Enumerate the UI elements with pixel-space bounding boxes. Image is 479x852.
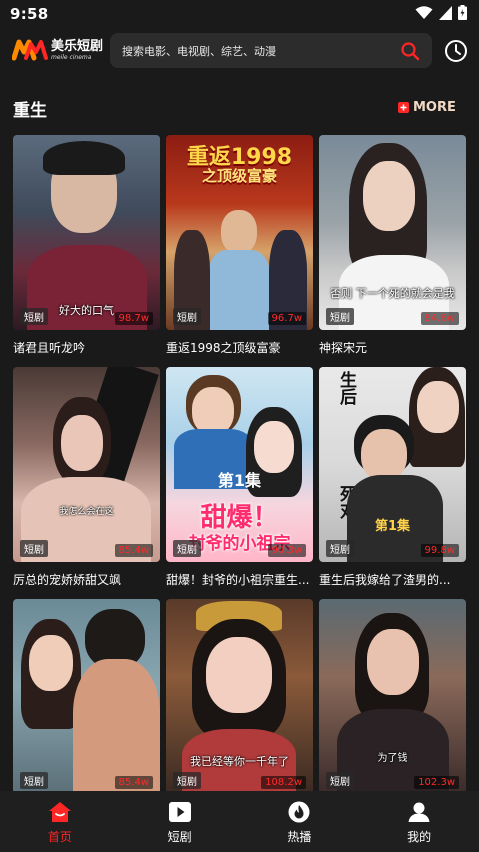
view-count: 96.7w (267, 312, 306, 325)
drama-card[interactable]: 好大的口气 短剧 98.7w 诸君且听龙吟 (13, 135, 160, 356)
search-placeholder: 搜索电影、电视剧、综艺、动漫 (122, 44, 276, 58)
nav-home[interactable]: 首页 (0, 791, 120, 852)
category-badge: 短剧 (326, 772, 354, 789)
drama-card[interactable]: 我已经等你一千年了 短剧 108.2w (166, 599, 313, 794)
category-badge: 短剧 (173, 772, 201, 789)
bottom-nav: 首页 短剧 热播 我的 (0, 791, 479, 852)
app-screen: 9:58 美乐短剧 meile cinema 搜索电影、电视剧、综艺、动漫 重生… (0, 0, 479, 852)
play-icon (168, 802, 191, 822)
history-icon[interactable] (444, 39, 468, 63)
episode-label: 第1集 (217, 471, 262, 490)
search-icon[interactable] (400, 41, 420, 61)
view-count: 84.6w (420, 312, 459, 325)
nav-hot-label: 热播 (287, 830, 312, 844)
battery-icon (458, 5, 467, 20)
drama-card[interactable]: 第1集 甜爆！ 封爷的小祖宗 短剧 90.3w 甜爆！封爷的小祖宗重生... (166, 367, 313, 588)
search-input[interactable]: 搜索电影、电视剧、综艺、动漫 (110, 33, 432, 68)
more-label: MORE (413, 100, 456, 115)
drama-title[interactable]: 神探宋元 (319, 339, 466, 356)
section-title: 重生 (13, 101, 47, 121)
app-header: 美乐短剧 meile cinema 搜索电影、电视剧、综艺、动漫 (0, 32, 479, 70)
poster-subtitle: 否则 下一个死的就会是我 (330, 287, 455, 300)
drama-poster[interactable]: 我怎么会在这 短剧 85.4w (13, 367, 160, 562)
view-count: 108.2w (261, 776, 306, 789)
drama-card[interactable]: 我怎么会在这 短剧 85.4w 厉总的宠娇娇甜又飒 (13, 367, 160, 588)
category-badge: 短剧 (20, 540, 48, 557)
view-count: 90.3w (267, 544, 306, 557)
status-icons (415, 5, 467, 20)
view-count: 85.4w (114, 776, 153, 789)
poster-subtitle: 为了钱 (377, 753, 408, 764)
signal-icon (439, 5, 452, 20)
drama-title[interactable]: 重返1998之顶级富豪 (166, 339, 313, 356)
logo-name: 美乐短剧 (51, 38, 104, 54)
drama-card[interactable]: 重返1998 之顶级富豪 短剧 96.7w 重返1998之顶级富豪 (166, 135, 313, 356)
poster-title-line2: 之顶级富豪 (201, 167, 277, 185)
status-time: 9:58 (10, 5, 49, 23)
logo-name-en: meile cinema (51, 53, 92, 61)
logo-icon (12, 39, 48, 61)
drama-card[interactable]: 短剧 85.4w (13, 599, 160, 794)
nav-home-label: 首页 (47, 830, 72, 844)
status-bar: 9:58 (0, 0, 479, 28)
nav-profile[interactable]: 我的 (359, 791, 479, 852)
poster-vertical-title-1: 生后 (336, 371, 356, 405)
drama-card[interactable]: 生后 死对 第1集 短剧 99.8w 重生后我嫁给了渣男的... (319, 367, 466, 588)
drama-poster[interactable]: 重返1998 之顶级富豪 短剧 96.7w (166, 135, 313, 330)
drama-poster[interactable]: 生后 死对 第1集 短剧 99.8w (319, 367, 466, 562)
category-badge: 短剧 (326, 308, 354, 325)
view-count: 85.4w (114, 544, 153, 557)
poster-subtitle: 我怎么会在这 (59, 507, 114, 517)
drama-poster[interactable]: 第1集 甜爆！ 封爷的小祖宗 短剧 90.3w (166, 367, 313, 562)
wifi-icon (415, 5, 433, 19)
more-button[interactable]: MORE (398, 100, 456, 115)
category-badge: 短剧 (173, 540, 201, 557)
drama-poster[interactable]: 为了钱 短剧 102.3w (319, 599, 466, 794)
poster-subtitle: 我已经等你一千年了 (190, 755, 289, 768)
episode-label: 第1集 (374, 519, 411, 534)
drama-title[interactable]: 厉总的宠娇娇甜又飒 (13, 571, 160, 588)
view-count: 99.8w (420, 544, 459, 557)
drama-title[interactable]: 诸君且听龙吟 (13, 339, 160, 356)
drama-card[interactable]: 为了钱 短剧 102.3w (319, 599, 466, 794)
category-badge: 短剧 (173, 308, 201, 325)
view-count: 102.3w (414, 776, 459, 789)
user-icon (408, 802, 430, 822)
drama-poster[interactable]: 好大的口气 短剧 98.7w (13, 135, 160, 330)
drama-poster[interactable]: 否则 下一个死的就会是我 短剧 84.6w (319, 135, 466, 330)
flame-icon (288, 801, 310, 823)
nav-drama[interactable]: 短剧 (120, 791, 240, 852)
home-icon (48, 802, 71, 822)
drama-card[interactable]: 否则 下一个死的就会是我 短剧 84.6w 神探宋元 (319, 135, 466, 356)
nav-hot[interactable]: 热播 (240, 791, 360, 852)
plus-square-icon (398, 102, 409, 113)
view-count: 98.7w (114, 312, 153, 325)
nav-drama-label: 短剧 (167, 830, 192, 844)
category-badge: 短剧 (20, 308, 48, 325)
app-logo[interactable]: 美乐短剧 meile cinema (12, 36, 103, 64)
category-badge: 短剧 (20, 772, 48, 789)
drama-title[interactable]: 重生后我嫁给了渣男的... (319, 571, 466, 588)
drama-title[interactable]: 甜爆！封爷的小祖宗重生... (166, 571, 313, 588)
category-badge: 短剧 (326, 540, 354, 557)
drama-poster[interactable]: 我已经等你一千年了 短剧 108.2w (166, 599, 313, 794)
drama-poster[interactable]: 短剧 85.4w (13, 599, 160, 794)
nav-profile-label: 我的 (407, 830, 432, 844)
